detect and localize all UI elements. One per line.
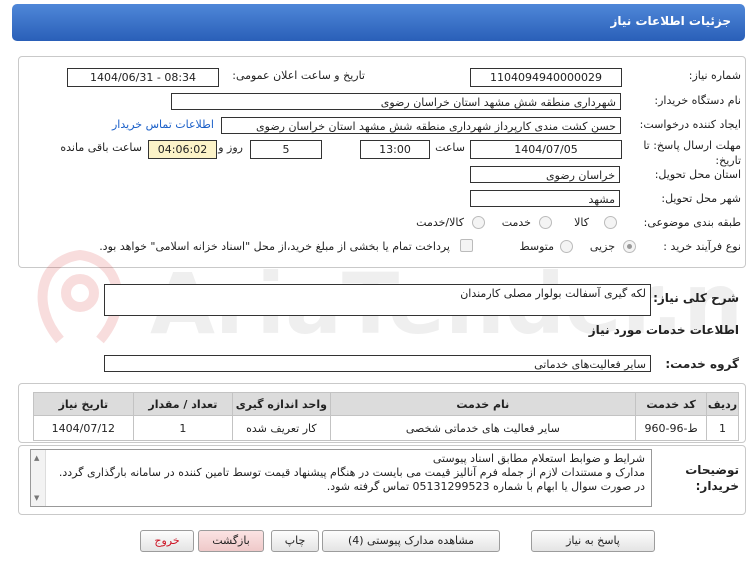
category-label: طبقه بندی موضوعی: bbox=[643, 216, 741, 229]
city-field: مشهد bbox=[470, 190, 620, 207]
service-group-label: گروه خدمت: bbox=[665, 357, 739, 371]
description-field: لکه گیری آسفالت بولوار مصلی کارمندان bbox=[104, 284, 651, 316]
attachments-button[interactable]: مشاهده مدارک پیوستی (4) bbox=[322, 530, 500, 552]
buyer-org-label: نام دستگاه خریدار: bbox=[654, 94, 741, 107]
description-label: شرح کلی نیاز: bbox=[653, 291, 739, 305]
col-service-name: نام خدمت bbox=[329, 392, 637, 416]
days-label: روز و bbox=[218, 141, 243, 154]
table-row: 1 ط-96-960 سایر فعالیت های خدماتی شخصی ک… bbox=[33, 415, 739, 441]
cell-quantity: 1 bbox=[132, 415, 234, 441]
col-service-code: کد خدمت bbox=[635, 392, 708, 416]
exit-button[interactable]: خروج bbox=[140, 530, 194, 552]
deadline-date-field: 1404/07/05 bbox=[470, 140, 622, 159]
cell-service-name: سایر فعالیت های خدماتی شخصی bbox=[329, 415, 637, 441]
services-table-header: ردیف کد خدمت نام خدمت واحد اندازه گیری ت… bbox=[33, 392, 739, 416]
time-remaining-field: 04:06:02 bbox=[148, 140, 217, 159]
services-section-title: اطلاعات خدمات مورد نیاز bbox=[588, 323, 739, 337]
process-minor-radio[interactable] bbox=[623, 240, 636, 253]
service-group-field: سایر فعالیت‌های خدماتی bbox=[104, 355, 651, 372]
notes-line-2: مدارک و مستندات لازم از جمله فرم آنالیز … bbox=[58, 466, 645, 479]
services-table: ردیف کد خدمت نام خدمت واحد اندازه گیری ت… bbox=[33, 392, 739, 441]
cell-unit: کار تعریف شده bbox=[232, 415, 331, 441]
page-title: جزئیات اطلاعات نیاز bbox=[610, 14, 731, 28]
reply-button[interactable]: پاسخ به نیاز bbox=[531, 530, 655, 552]
process-medium-label: متوسط bbox=[519, 240, 554, 253]
city-label: شهر محل تحویل: bbox=[661, 192, 741, 205]
buyer-org-field: شهرداری منطقه شش مشهد استان خراسان رضوی bbox=[171, 93, 621, 110]
treasury-payment-note: پرداخت تمام یا بخشی از مبلغ خرید،از محل … bbox=[99, 240, 450, 253]
buyer-notes-text[interactable]: ▲ ▼ شرایط و ضوابط استعلام مطابق اسناد پی… bbox=[30, 449, 652, 507]
category-service-label: خدمت bbox=[501, 216, 531, 229]
cell-service-code: ط-96-960 bbox=[635, 415, 708, 441]
category-goods-service-label: کالا/خدمت bbox=[416, 216, 464, 229]
cell-row: 1 bbox=[706, 415, 739, 441]
deadline-time-field: 13:00 bbox=[360, 140, 430, 159]
announce-datetime-field: 1404/06/31 - 08:34 bbox=[67, 68, 219, 87]
treasury-payment-checkbox[interactable] bbox=[460, 239, 473, 252]
province-label: استان محل تحویل: bbox=[654, 168, 741, 181]
creator-field: حسن کشت مندی کارپرداز شهرداری منطقه شش م… bbox=[221, 117, 621, 134]
col-unit: واحد اندازه گیری bbox=[232, 392, 331, 416]
notes-line-3: در صورت سوال یا ابهام با شماره 051312995… bbox=[326, 480, 645, 493]
col-row: ردیف bbox=[706, 392, 739, 416]
announce-datetime-label: تاریخ و ساعت اعلان عمومی: bbox=[232, 69, 365, 82]
need-number-field: 1104094940000029 bbox=[470, 68, 622, 87]
buyer-contact-link[interactable]: اطلاعات تماس خریدار bbox=[112, 118, 214, 131]
days-remaining-field: 5 bbox=[250, 140, 322, 159]
buyer-notes-label: توضیحات خریدار: bbox=[685, 463, 739, 493]
process-minor-label: جزیی bbox=[589, 240, 615, 253]
page-title-bar: جزئیات اطلاعات نیاز bbox=[12, 4, 745, 41]
category-goods-radio[interactable] bbox=[604, 216, 617, 229]
deadline-label: مهلت ارسال پاسخ: تا تاریخ: bbox=[643, 139, 741, 167]
col-need-date: تاریخ نیاز bbox=[33, 392, 134, 416]
notes-line-1: شرایط و ضوابط استعلام مطابق اسناد پیوستی bbox=[432, 452, 645, 465]
col-quantity: تعداد / مقدار bbox=[132, 392, 234, 416]
process-type-label: نوع فرآیند خرید : bbox=[663, 240, 741, 253]
scroll-up-icon[interactable]: ▲ bbox=[34, 451, 39, 465]
time-remaining-label: ساعت باقی مانده bbox=[60, 141, 142, 154]
process-medium-radio[interactable] bbox=[560, 240, 573, 253]
scroll-down-icon[interactable]: ▼ bbox=[34, 491, 39, 505]
print-button[interactable]: چاپ bbox=[271, 530, 319, 552]
category-service-radio[interactable] bbox=[539, 216, 552, 229]
province-field: خراسان رضوی bbox=[470, 166, 620, 183]
category-goods-label: کالا bbox=[574, 216, 589, 229]
notes-scrollbar[interactable]: ▲ ▼ bbox=[31, 450, 46, 506]
creator-label: ایجاد کننده درخواست: bbox=[639, 118, 741, 131]
need-number-label: شماره نیاز: bbox=[688, 69, 741, 82]
back-button[interactable]: بازگشت bbox=[198, 530, 264, 552]
deadline-time-label: ساعت bbox=[435, 141, 465, 154]
category-goods-service-radio[interactable] bbox=[472, 216, 485, 229]
cell-need-date: 1404/07/12 bbox=[33, 415, 134, 441]
